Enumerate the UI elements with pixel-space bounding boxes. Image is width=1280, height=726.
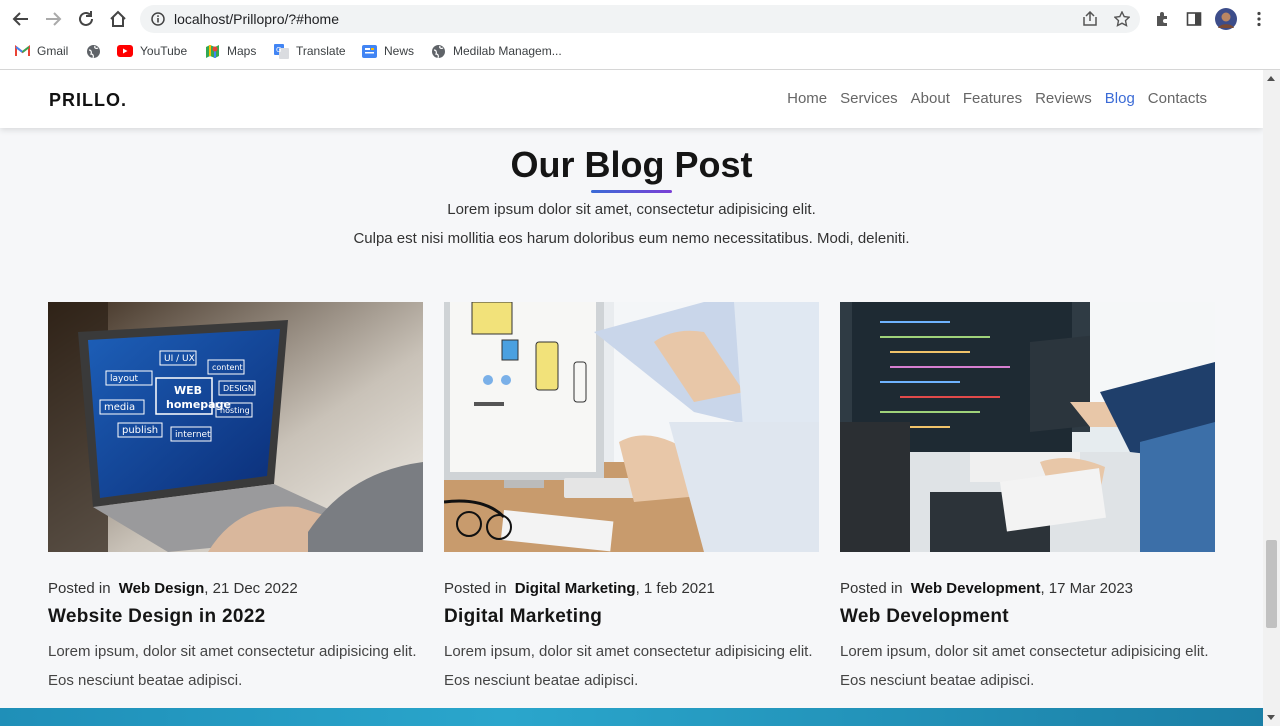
- bookmark-label: News: [384, 44, 415, 58]
- nav-reviews[interactable]: Reviews: [1035, 90, 1092, 107]
- side-panel-button[interactable]: [1183, 8, 1205, 30]
- site-logo[interactable]: PRILLO.: [49, 90, 127, 111]
- image-label: layout: [110, 374, 139, 384]
- image-label: WEB: [174, 384, 202, 397]
- bookmark-news[interactable]: News: [361, 42, 414, 60]
- bookmark-translate[interactable]: G Translate: [273, 42, 346, 60]
- globe-icon: [430, 43, 446, 59]
- browser-chrome: localhost/Prillopro/?#home Gmail YouTube…: [0, 0, 1280, 70]
- bookmark-label: YouTube: [140, 44, 188, 58]
- forward-arrow-icon: [46, 12, 62, 26]
- news-icon: [361, 43, 377, 59]
- bookmark-globe[interactable]: [85, 42, 108, 60]
- gmail-icon: [14, 43, 30, 59]
- bookmark-medilab[interactable]: Medilab Managem...: [430, 42, 562, 60]
- address-bar[interactable]: localhost/Prillopro/?#home: [140, 5, 1140, 33]
- blog-title[interactable]: Website Design in 2022: [48, 606, 265, 628]
- page-viewport: PRILLO. Home Services About Features Rev…: [0, 70, 1263, 726]
- scroll-up-arrow-icon[interactable]: [1267, 76, 1275, 81]
- globe-icon: [85, 43, 101, 59]
- blog-category[interactable]: Digital Marketing: [515, 580, 636, 597]
- maps-icon: [204, 43, 220, 59]
- blog-date: , 21 Dec 2022: [204, 580, 298, 597]
- blog-description: Lorem ipsum, dolor sit amet consectetur …: [48, 643, 417, 689]
- scrollbar-thumb[interactable]: [1266, 540, 1277, 628]
- site-header: PRILLO. Home Services About Features Rev…: [0, 70, 1263, 128]
- bookmark-label: Gmail: [37, 44, 69, 58]
- posted-in-label: Posted in: [48, 580, 111, 597]
- section-subtitle-line-2: Culpa est nisi mollitia eos harum dolori…: [353, 230, 910, 247]
- blog-date: , 1 feb 2021: [635, 580, 715, 597]
- section-title: Our Blog Post: [510, 144, 753, 185]
- image-label: media: [104, 402, 135, 413]
- title-underline: [591, 190, 672, 193]
- nav-home[interactable]: Home: [787, 90, 827, 107]
- home-icon: [110, 10, 126, 27]
- bookmark-gmail[interactable]: Gmail: [14, 42, 68, 60]
- reload-button[interactable]: [75, 8, 97, 30]
- forward-button[interactable]: [42, 8, 64, 30]
- reload-icon: [79, 11, 93, 26]
- blog-meta: Posted in Web Design, 21 Dec 2022: [48, 580, 298, 597]
- blog-category[interactable]: Web Development: [911, 580, 1041, 597]
- extensions-button[interactable]: [1151, 8, 1173, 30]
- bookmarks-bar: Gmail YouTube Maps G Translate News Medi…: [0, 38, 1280, 64]
- bookmark-label: Medilab Managem...: [453, 44, 562, 58]
- bookmark-label: Translate: [296, 44, 346, 58]
- posted-in-label: Posted in: [444, 580, 507, 597]
- avatar-icon: [1215, 8, 1237, 30]
- blog-meta: Posted in Digital Marketing, 1 feb 2021: [444, 580, 715, 597]
- share-icon[interactable]: [1081, 10, 1099, 28]
- translate-icon: G: [273, 43, 289, 59]
- blog-image-digital-marketing[interactable]: [444, 302, 819, 552]
- image-label: hosting: [220, 406, 250, 415]
- bookmark-youtube[interactable]: YouTube: [117, 42, 187, 60]
- blog-date: , 17 Mar 2023: [1040, 580, 1134, 597]
- youtube-icon: [117, 43, 133, 59]
- browser-toolbar: localhost/Prillopro/?#home: [0, 0, 1280, 38]
- scroll-down-arrow-icon[interactable]: [1267, 715, 1275, 720]
- back-arrow-icon: [12, 12, 28, 26]
- nav-blog[interactable]: Blog: [1105, 90, 1135, 107]
- blog-description: Lorem ipsum, dolor sit amet consectetur …: [840, 643, 1209, 689]
- blog-image-web-development[interactable]: [840, 302, 1215, 552]
- image-label: publish: [122, 425, 158, 436]
- kebab-menu-icon: [1257, 11, 1261, 27]
- blog-meta: Posted in Web Development, 17 Mar 2023: [840, 580, 1133, 597]
- blog-title[interactable]: Web Development: [840, 606, 1009, 628]
- url-text: localhost/Prillopro/?#home: [174, 11, 339, 27]
- nav-contacts[interactable]: Contacts: [1148, 90, 1207, 107]
- blog-image-web-design[interactable]: UI / UX layout content WEB DESIGN homepage med…: [48, 302, 423, 552]
- profile-avatar[interactable]: [1215, 8, 1237, 30]
- posted-in-label: Posted in: [840, 580, 903, 597]
- bookmark-maps[interactable]: Maps: [204, 42, 256, 60]
- site-info-icon[interactable]: [149, 10, 167, 28]
- page-scrollbar[interactable]: [1263, 70, 1280, 726]
- main-nav: Home Services About Features Reviews Blo…: [787, 90, 1207, 107]
- blog-category[interactable]: Web Design: [119, 580, 205, 597]
- blog-title[interactable]: Digital Marketing: [444, 606, 602, 628]
- next-section-banner: [0, 708, 1263, 726]
- svg-text:G: G: [276, 46, 281, 54]
- nav-features[interactable]: Features: [963, 90, 1022, 107]
- blog-description: Lorem ipsum, dolor sit amet consectetur …: [444, 643, 813, 689]
- browser-menu-button[interactable]: [1248, 8, 1270, 30]
- nav-about[interactable]: About: [911, 90, 950, 107]
- image-label: internet: [175, 430, 211, 440]
- home-button[interactable]: [107, 8, 129, 30]
- back-button[interactable]: [10, 8, 32, 30]
- image-label: content: [212, 363, 243, 372]
- image-label: DESIGN: [223, 384, 254, 393]
- nav-services[interactable]: Services: [840, 90, 898, 107]
- side-panel-icon: [1186, 12, 1202, 26]
- section-subtitle-line-1: Lorem ipsum dolor sit amet, consectetur …: [447, 201, 816, 218]
- bookmark-star-icon[interactable]: [1113, 10, 1131, 28]
- bookmark-label: Maps: [227, 44, 257, 58]
- image-label: UI / UX: [164, 354, 195, 364]
- puzzle-icon: [1157, 12, 1167, 26]
